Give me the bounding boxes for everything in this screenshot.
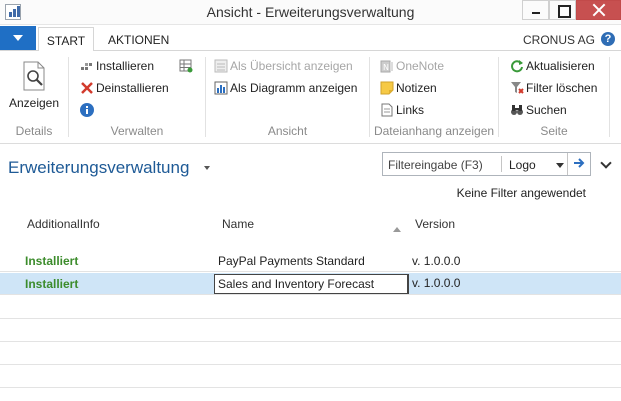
sort-ascending-icon [393, 227, 401, 232]
arrow-right-icon[interactable] [571, 155, 587, 171]
empty-row [0, 365, 621, 388]
uninstall-label: Deinstallieren [96, 81, 169, 95]
table-row-selected[interactable]: Installiert Sales and Inventory Forecast… [0, 273, 621, 295]
list-view-icon [214, 59, 228, 73]
group-details: Anzeigen Details [0, 55, 68, 140]
column-header-version[interactable]: Version [415, 217, 455, 231]
install-label: Installieren [96, 59, 155, 73]
group-ansicht: Als Übersicht anzeigen Als Diagramm anze… [206, 55, 369, 140]
onenote-button[interactable]: N OneNote [380, 59, 444, 77]
group-dateianhang: N OneNote Notizen Links Dateianhang anzei… [370, 55, 498, 140]
group-label-details: Details [15, 124, 53, 138]
notes-label: Notizen [396, 81, 437, 95]
empty-row [0, 342, 621, 365]
show-as-list-label: Als Übersicht anzeigen [230, 59, 353, 73]
table-row[interactable]: Installiert PayPal Payments Standard v. … [0, 250, 621, 272]
refresh-button[interactable]: Aktualisieren [510, 59, 595, 77]
view-document-icon [23, 61, 45, 91]
row-status: Installiert [25, 254, 79, 268]
svg-text:N: N [383, 63, 389, 72]
notes-icon [380, 81, 394, 95]
filter-field-select[interactable]: Logo [509, 158, 536, 172]
refresh-label: Aktualisieren [526, 59, 595, 73]
row-name: PayPal Payments Standard [218, 254, 365, 268]
tab-aktionen[interactable]: AKTIONEN [108, 27, 169, 52]
clear-filter-label: Filter löschen [526, 81, 598, 95]
tab-start[interactable]: START [38, 27, 94, 52]
search-button[interactable]: Suchen [510, 103, 567, 121]
install-icon [81, 63, 92, 70]
group-seite: Aktualisieren Filter löschen Suchen Seit… [499, 55, 609, 140]
uninstall-button[interactable]: Deinstallieren [80, 81, 169, 99]
clear-filter-icon [511, 82, 524, 94]
grid-settings-icon [179, 59, 193, 73]
title-bar: Ansicht - Erweiterungsverwaltung [0, 0, 621, 25]
group-label-ansicht: Ansicht [267, 124, 308, 138]
binoculars-icon [511, 105, 523, 115]
show-as-list-button[interactable]: Als Übersicht anzeigen [214, 59, 353, 77]
row-version: v. 1.0.0.0 [408, 274, 463, 294]
close-button[interactable] [576, 0, 621, 20]
onenote-icon: N [380, 60, 393, 73]
filter-input[interactable]: Filtereingabe (F3) [388, 158, 483, 172]
uninstall-x-icon [81, 82, 93, 94]
links-icon [381, 103, 393, 117]
group-label-verwalten: Verwalten [110, 124, 164, 138]
row-name[interactable]: Sales and Inventory Forecast [214, 274, 408, 294]
column-header-additionalinfo[interactable]: AdditionalInfo [27, 217, 100, 231]
refresh-icon [511, 60, 523, 73]
filter-divider [567, 153, 568, 175]
help-icon[interactable]: ? [601, 32, 615, 46]
filter-box: Filtereingabe (F3) Logo [382, 152, 591, 176]
clear-filter-button[interactable]: Filter löschen [510, 81, 597, 99]
empty-row [0, 319, 621, 342]
chart-view-icon [214, 81, 228, 95]
filter-status: Keine Filter angewendet [456, 186, 586, 200]
info-button[interactable] [80, 103, 96, 121]
page-title[interactable]: Erweiterungsverwaltung [8, 158, 189, 178]
group-divider [609, 57, 610, 137]
filter-divider [501, 156, 502, 172]
view-button-label: Anzeigen [8, 96, 60, 110]
page-title-dropdown-icon[interactable] [204, 166, 210, 170]
show-as-chart-label: Als Diagramm anzeigen [230, 81, 358, 95]
show-as-chart-button[interactable]: Als Diagramm anzeigen [214, 81, 357, 99]
search-label: Suchen [526, 103, 567, 117]
column-header-name[interactable]: Name [222, 217, 254, 231]
ribbon-tab-bar: START AKTIONEN CRONUS AG ? [0, 25, 621, 52]
group-verwalten: Installieren Deinstallieren Verwalten [69, 55, 205, 140]
grid-settings-button[interactable] [179, 59, 195, 77]
links-label: Links [396, 103, 425, 117]
company-name[interactable]: CRONUS AG [523, 33, 595, 47]
links-button[interactable]: Links [380, 103, 424, 121]
onenote-label: OneNote [396, 59, 445, 73]
row-status: Installiert [25, 277, 79, 291]
app-menu-button[interactable] [0, 26, 36, 50]
info-icon [80, 103, 94, 117]
view-button[interactable]: Anzeigen [6, 61, 62, 110]
empty-row [0, 296, 621, 319]
maximize-button[interactable] [549, 0, 576, 20]
collapse-chevron-icon[interactable] [600, 157, 612, 169]
group-label-seite: Seite [540, 124, 568, 138]
notes-button[interactable]: Notizen [380, 81, 437, 99]
group-label-dateianhang: Dateianhang anzeigen [373, 124, 495, 138]
install-button[interactable]: Installieren [80, 59, 154, 77]
ribbon: Anzeigen Details Installieren Deinstalli… [0, 51, 621, 144]
minimize-button[interactable] [522, 0, 549, 20]
chevron-down-icon[interactable] [556, 163, 564, 168]
row-version: v. 1.0.0.0 [412, 254, 461, 268]
